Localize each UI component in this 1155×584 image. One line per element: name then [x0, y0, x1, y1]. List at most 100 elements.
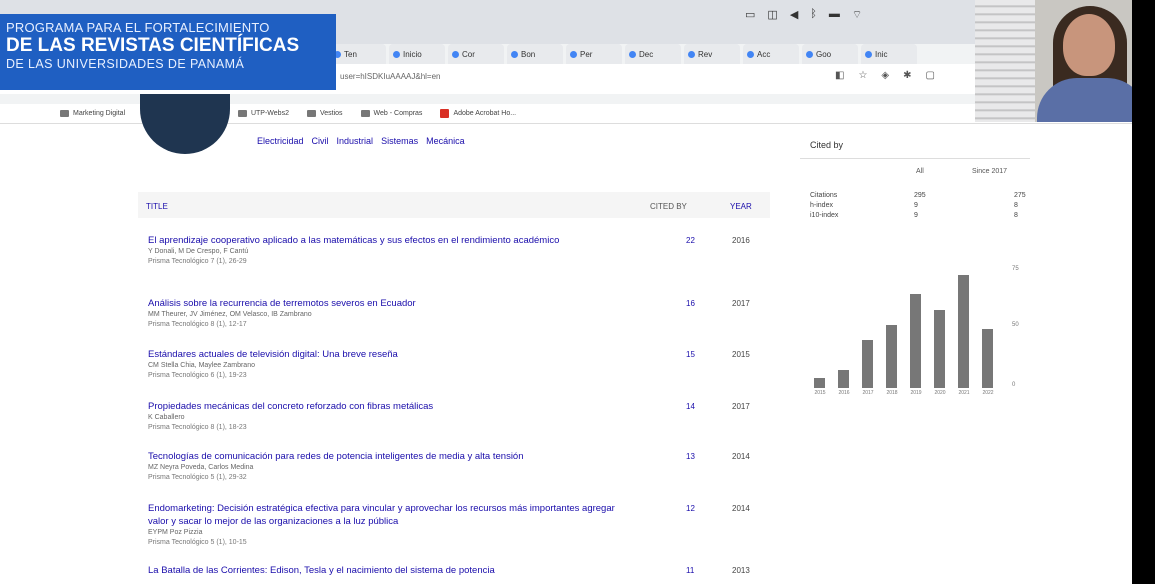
favicon-icon [570, 50, 577, 58]
publication-title[interactable]: El aprendizaje cooperativo aplicado a la… [148, 234, 628, 247]
publication-title[interactable]: Propiedades mecánicas del concreto refor… [148, 400, 628, 413]
pdf-icon [440, 109, 450, 118]
citation-bar[interactable] [934, 310, 945, 388]
window-menu-icon[interactable]: ◫ [767, 8, 777, 22]
stat-label[interactable]: i10-index [810, 212, 838, 219]
browser-tab[interactable]: Bon [507, 44, 563, 64]
cited-by-panel: Cited by All Since 2017 Citations 295 275 h… [800, 130, 1030, 550]
bookmark-label: UTP-Webs2 [250, 110, 289, 117]
since-column-header: Since 2017 [972, 168, 1008, 175]
publication-row: El aprendizaje cooperativo aplicado a la… [148, 234, 768, 267]
bookmark-item[interactable]: UTP-Webs2 [237, 110, 289, 117]
topic-link[interactable]: Electricidad [257, 136, 304, 146]
browser-tab[interactable]: Dec [625, 44, 681, 64]
browser-tab[interactable]: Cor [448, 44, 504, 64]
publication-row: Propiedades mecánicas del concreto refor… [148, 400, 768, 433]
citation-bar[interactable] [814, 378, 825, 388]
y-tick-label: 0 [1012, 382, 1016, 388]
bookmark-item[interactable]: Marketing Digital [60, 110, 125, 117]
bookmark-item[interactable]: Web - Compras [360, 110, 422, 117]
topic-link[interactable]: Sistemas [381, 136, 418, 146]
favicon-icon [511, 50, 518, 58]
year-column-header[interactable]: YEAR [730, 202, 752, 211]
stat-label[interactable]: Citations [810, 192, 837, 199]
browser-tab[interactable]: Acc [743, 44, 799, 64]
bar-year-label: 2017 [862, 390, 874, 396]
cited-count-link[interactable]: 15 [686, 350, 695, 359]
publication-title[interactable]: Estándares actuales de televisión digita… [148, 348, 628, 361]
all-column-header: All [916, 168, 924, 175]
tab-label: Inicio [403, 49, 422, 59]
cited-count-link[interactable]: 12 [686, 504, 695, 513]
folder-icon [60, 110, 69, 117]
folder-icon [360, 110, 370, 117]
scholar-page: Electricidad Civil Industrial Sistemas Mecán… [0, 94, 1132, 584]
browser-tab[interactable]: Rev [684, 44, 740, 64]
profile-avatar [140, 94, 230, 154]
publication-journal: Prisma Tecnológico 7 (1), 26-29 [148, 258, 247, 265]
extension-icon[interactable]: ◈ [881, 70, 889, 81]
bookmark-icon[interactable]: ☆ [858, 70, 867, 81]
y-tick-label: 50 [1012, 322, 1019, 328]
browser-tab[interactable]: Per [566, 44, 622, 64]
topic-link[interactable]: Industrial [337, 136, 374, 146]
publication-row: Estándares actuales de televisión digita… [148, 348, 768, 381]
stat-since-value: 8 [1014, 202, 1018, 209]
cited-count-link[interactable]: 22 [686, 236, 695, 245]
title-column-header[interactable]: TITLE [146, 202, 168, 211]
window-blinds [975, 0, 1035, 122]
cited-count-link[interactable]: 16 [686, 299, 695, 308]
tab-label: Cor [462, 49, 475, 59]
bookmark-item[interactable]: Adobe Acrobat Ho... [440, 109, 516, 118]
publication-title[interactable]: Análisis sobre la recurrencia de terremo… [148, 297, 628, 310]
cited-count-link[interactable]: 14 [686, 402, 695, 411]
favicon-icon [806, 50, 813, 58]
publication-title[interactable]: Endomarketing: Decisión estratégica efec… [148, 502, 628, 528]
publication-title[interactable]: Tecnologías de comunicación para redes d… [148, 450, 628, 463]
presenter-face [1063, 14, 1115, 76]
bookmark-label: Adobe Acrobat Ho... [453, 110, 517, 117]
citation-bar[interactable] [838, 370, 849, 388]
publication-authors: K Caballero [148, 414, 185, 421]
window-controls: ▭ ◫ ◀ ᛒ ▬ ⌔ [745, 8, 862, 22]
cited-by-column-header[interactable]: CITED BY [650, 202, 687, 211]
citations-bar-chart: 2015 2016 2017 2018 2019 2020 2021 2022 [810, 258, 1000, 396]
tab-label: Bon [521, 49, 536, 59]
topic-link[interactable]: Civil [312, 136, 329, 146]
tab-label: Inic [875, 49, 888, 59]
browser-tab[interactable]: Goo [802, 44, 858, 64]
url-text[interactable]: user=hISDKIuAAAAJ&hl=en [340, 72, 441, 81]
stat-all-value: 9 [914, 202, 918, 209]
browser-tab[interactable]: Inic [861, 44, 917, 64]
bluetooth-icon: ᛒ [810, 8, 817, 20]
citation-bar[interactable] [958, 275, 969, 388]
citation-bar[interactable] [886, 325, 897, 388]
citation-bar[interactable] [910, 294, 921, 388]
bookmark-label: Marketing Digital [73, 110, 126, 117]
publication-authors: EYPM Poz Pizzia [148, 529, 203, 536]
cited-count-link[interactable]: 11 [686, 566, 694, 575]
citation-bar[interactable] [982, 329, 993, 388]
sidebar-icon[interactable]: ▢ [926, 70, 935, 81]
topic-link[interactable]: Mecánica [426, 136, 465, 146]
bar-year-label: 2022 [982, 390, 994, 396]
tab-label: Rev [698, 49, 713, 59]
minimize-icon[interactable]: ▭ [745, 8, 755, 22]
cited-count-link[interactable]: 13 [686, 452, 695, 461]
publication-title[interactable]: La Batalla de las Corrientes: Edison, Te… [148, 564, 628, 577]
screen-border [1132, 0, 1155, 584]
citation-bar[interactable] [862, 340, 873, 388]
puzzle-icon[interactable]: ✱ [903, 70, 911, 81]
stat-label[interactable]: h-index [810, 202, 833, 209]
bookmark-item[interactable]: Vestios [306, 110, 343, 117]
cited-by-title: Cited by [810, 140, 844, 150]
tab-label: Acc [757, 49, 771, 59]
bookmark-label: Vestios [319, 110, 343, 117]
browser-tab[interactable]: Inicio [389, 44, 445, 64]
volume-icon: ◀ [789, 9, 799, 21]
browser-tab[interactable]: Ten [330, 44, 386, 64]
publication-journal: Prisma Tecnológico 8 (1), 18-23 [148, 424, 247, 431]
translate-icon[interactable]: ◧ [835, 70, 844, 81]
publication-row: La Batalla de las Corrientes: Edison, Te… [148, 564, 768, 577]
publication-authors: MZ Neyra Poveda, Carlos Medina [148, 464, 254, 471]
